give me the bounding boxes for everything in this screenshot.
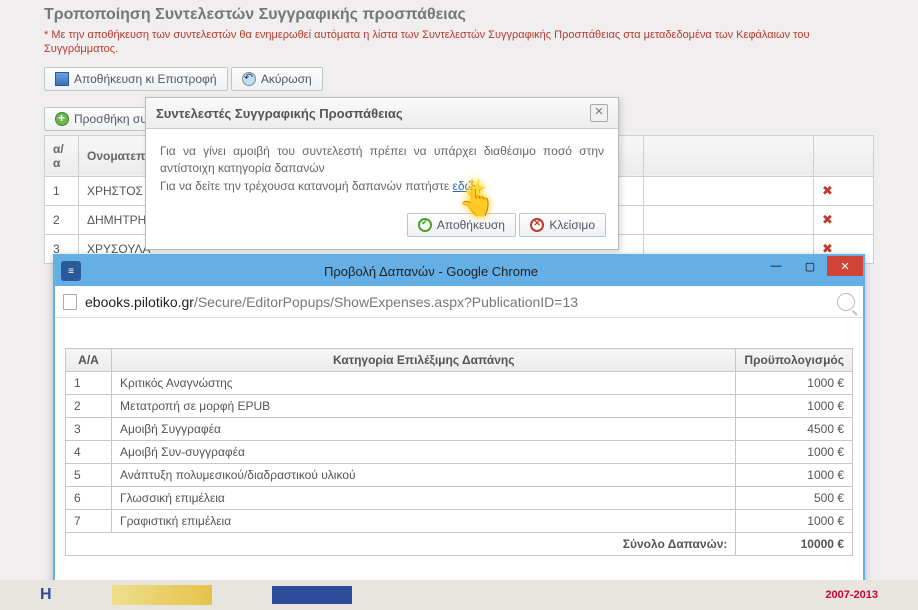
exp-bud: 1000 € [736,372,853,395]
window-close-button[interactable]: ✕ [827,256,863,276]
col-header-blank1 [644,135,814,176]
footer-eu-icon [272,586,352,604]
modal-close-x[interactable]: ✕ [590,104,608,122]
expenses-table: Α/Α Κατηγορία Επιλέξιμης Δαπάνης Προϋπολ… [65,348,853,556]
col-header-aa: α/α [45,135,79,176]
favicon-icon: ≡ [61,261,81,281]
window-minimize-button[interactable]: — [759,256,793,276]
add-icon [55,112,69,126]
url-path: /Secure/EditorPopups/ShowExpenses.aspx?P… [194,294,578,310]
exp-cat: Ανάπτυξη πολυμεσικού/διαδραστικού υλικού [112,464,736,487]
url-host: ebooks.pilotiko.gr [85,294,194,310]
table-row: 4Αμοιβή Συν-συγγραφέα1000 € [66,441,853,464]
total-value: 10000 € [736,533,853,556]
table-total-row: Σύνολο Δαπανών: 10000 € [66,533,853,556]
table-row: 2Μετατροπή σε μορφή EPUB1000 € [66,395,853,418]
modal-body: Για να γίνει αμοιβή του συντελεστή πρέπε… [146,129,618,205]
ok-icon [418,218,432,232]
table-row: 5Ανάπτυξη πολυμεσικού/διαδραστικού υλικο… [66,464,853,487]
exp-col-category: Κατηγορία Επιλέξιμης Δαπάνης [112,349,736,372]
exp-aa: 1 [66,372,112,395]
browser-url: ebooks.pilotiko.gr/Secure/EditorPopups/S… [85,294,829,310]
exp-bud: 500 € [736,487,853,510]
cell-aa: 2 [45,205,79,234]
modal-title: Συντελεστές Συγγραφικής Προσπάθειας [156,106,403,121]
warning-text: * Με την αποθήκευση των συντελεστών θα ε… [44,28,874,57]
expenses-browser-window: ≡ Προβολή Δαπανών - Google Chrome — ▢ ✕ … [53,254,865,598]
footer-brand: H [40,586,52,604]
exp-cat: Μετατροπή σε μορφή EPUB [112,395,736,418]
footer-nsrf: 2007-2013 [825,589,878,601]
total-label: Σύνολο Δαπανών: [66,533,736,556]
modal-line2-pre: Για να δείτε την τρέχουσα κατανομή δαπαν… [160,179,453,193]
col-header-actions [814,135,874,176]
exp-aa: 6 [66,487,112,510]
exp-bud: 1000 € [736,441,853,464]
modal-close-button[interactable]: Κλείσιμο [519,213,606,237]
table-row: 1Κριτικός Αναγνώστης1000 € [66,372,853,395]
save-return-label: Αποθήκευση κι Επιστροφή [74,72,217,86]
exp-col-budget: Προϋπολογισμός [736,349,853,372]
page-icon [63,294,77,310]
modal-save-label: Αποθήκευση [437,218,505,232]
modal-save-button[interactable]: Αποθήκευση [407,213,516,237]
browser-window-title: Προβολή Δαπανών - Google Chrome [89,264,863,279]
exp-col-aa: Α/Α [66,349,112,372]
table-row: 7Γραφιστική επιμέλεια1000 € [66,510,853,533]
modal-line1: Για να γίνει αμοιβή του συντελεστή πρέπε… [160,144,604,175]
cancel-label: Ακύρωση [261,72,312,86]
cell-blank [644,205,814,234]
exp-bud: 1000 € [736,464,853,487]
exp-cat: Αμοιβή Συγγραφέα [112,418,736,441]
cancel-button[interactable]: Ακύρωση [231,67,323,91]
exp-bud: 1000 € [736,510,853,533]
exp-cat: Γραφιστική επιμέλεια [112,510,736,533]
page-title: Τροποποίηση Συντελεστών Συγγραφικής προσ… [44,6,874,24]
modal-close-label: Κλείσιμο [549,218,595,232]
show-expenses-link[interactable]: εδώ [453,179,474,193]
exp-aa: 4 [66,441,112,464]
browser-titlebar[interactable]: ≡ Προβολή Δαπανών - Google Chrome — ▢ ✕ [55,256,863,286]
exp-bud: 1000 € [736,395,853,418]
footer-logo-icon [112,585,212,605]
undo-icon [242,72,256,86]
toolbar: Αποθήκευση κι Επιστροφή Ακύρωση [44,67,874,91]
table-row: 3Αμοιβή Συγγραφέα4500 € [66,418,853,441]
exp-aa: 7 [66,510,112,533]
table-row: 6Γλωσσική επιμέλεια500 € [66,487,853,510]
save-icon [55,72,69,86]
exp-aa: 5 [66,464,112,487]
contributors-modal: Συντελεστές Συγγραφικής Προσπάθειας ✕ Γι… [145,97,619,250]
close-icon [530,218,544,232]
exp-cat: Αμοιβή Συν-συγγραφέα [112,441,736,464]
window-maximize-button[interactable]: ▢ [793,256,827,276]
exp-cat: Κριτικός Αναγνώστης [112,372,736,395]
zoom-icon[interactable] [837,293,855,311]
exp-aa: 3 [66,418,112,441]
exp-cat: Γλωσσική επιμέλεια [112,487,736,510]
save-return-button[interactable]: Αποθήκευση κι Επιστροφή [44,67,228,91]
exp-aa: 2 [66,395,112,418]
exp-bud: 4500 € [736,418,853,441]
cell-aa: 1 [45,176,79,205]
cell-blank [644,176,814,205]
footer: H 2007-2013 [0,580,918,610]
delete-icon[interactable]: ✖ [822,212,833,227]
browser-address-bar[interactable]: ebooks.pilotiko.gr/Secure/EditorPopups/S… [55,286,863,318]
delete-icon[interactable]: ✖ [822,183,833,198]
